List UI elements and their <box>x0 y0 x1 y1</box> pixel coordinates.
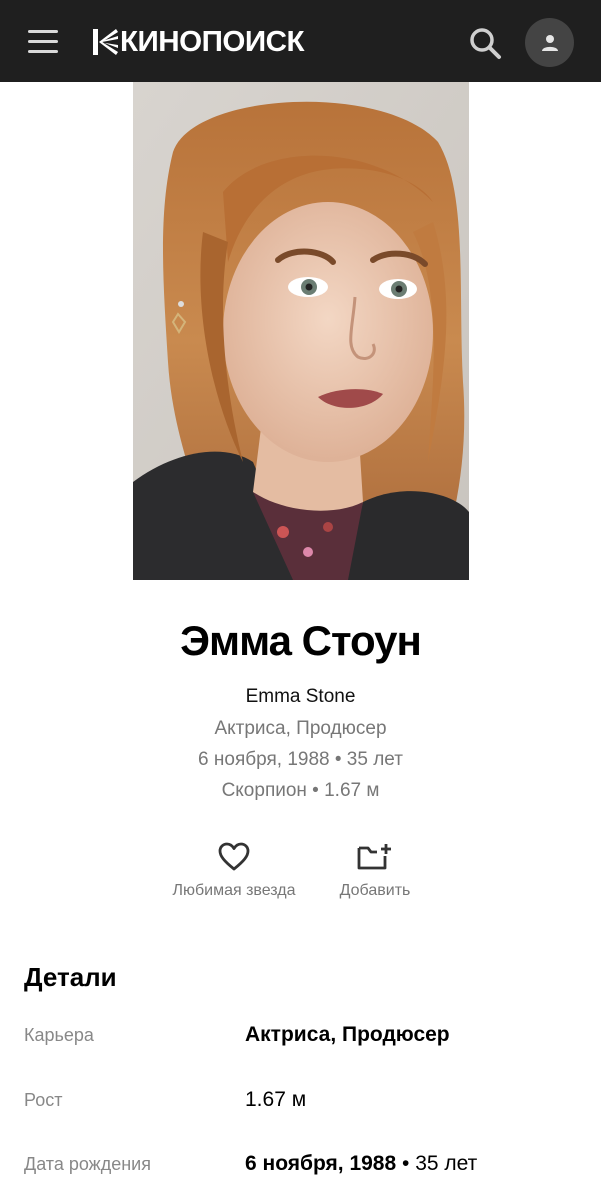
birth-date-label: Дата рождения <box>24 1154 151 1174</box>
add-to-folder-button[interactable]: Добавить <box>330 840 420 900</box>
person-roles: Актриса, Продюсер <box>214 718 387 739</box>
career-value[interactable]: Актриса, Продюсер <box>245 1023 450 1047</box>
height-value: 1.67 м <box>245 1088 307 1111</box>
person-original-name: Emma Stone <box>245 686 356 707</box>
logo-text: КИНОПОИСК <box>120 25 305 58</box>
add-to-folder-label: Добавить <box>339 882 411 899</box>
user-icon <box>541 34 558 51</box>
favorite-star-label: Любимая звезда <box>172 882 296 899</box>
person-photo <box>133 82 469 580</box>
search-icon[interactable] <box>468 26 502 60</box>
user-avatar-button[interactable] <box>525 18 574 67</box>
career-label: Карьера <box>24 1025 94 1045</box>
kinopoisk-logo[interactable]: КИНОПОИСК <box>92 24 305 60</box>
details-heading: Детали <box>24 962 117 992</box>
hamburger-menu-icon[interactable] <box>28 30 58 54</box>
top-navigation-bar: КИНОПОИСК <box>0 0 601 82</box>
person-name: Эмма Стоун <box>180 617 422 664</box>
logo-burst-icon <box>93 29 118 55</box>
heart-icon <box>218 842 250 871</box>
person-sign-height: Скорпион • 1.67 м <box>221 780 380 801</box>
add-folder-icon <box>357 844 391 870</box>
height-label: Рост <box>24 1090 63 1110</box>
person-birth-summary: 6 ноября, 1988 • 35 лет <box>198 749 403 770</box>
birth-date-link[interactable]: 6 ноября, 1988 <box>245 1152 396 1175</box>
favorite-star-button[interactable]: Любимая звезда <box>163 840 305 900</box>
birth-date-value: 6 ноября, 1988 • 35 лет <box>245 1152 477 1176</box>
birth-age: • 35 лет <box>396 1152 478 1175</box>
